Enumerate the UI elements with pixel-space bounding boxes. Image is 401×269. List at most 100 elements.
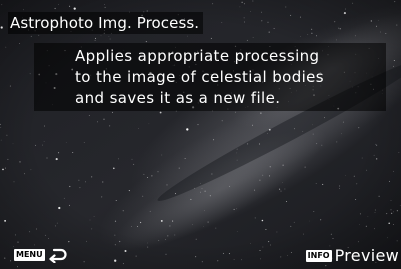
star	[35, 144, 37, 146]
star	[63, 197, 65, 199]
star	[135, 255, 137, 257]
star	[194, 187, 195, 189]
star	[145, 41, 147, 43]
star	[332, 237, 334, 240]
star	[228, 253, 230, 255]
return-arrow-icon	[48, 247, 68, 263]
star	[269, 166, 271, 168]
star	[354, 35, 356, 37]
star	[252, 0, 254, 2]
star	[149, 210, 151, 212]
star	[286, 255, 288, 256]
star	[102, 181, 104, 183]
star	[115, 200, 117, 201]
star	[309, 220, 310, 222]
star	[236, 152, 238, 154]
star	[33, 244, 35, 246]
star	[235, 111, 236, 113]
star	[393, 65, 394, 67]
star	[365, 225, 367, 227]
star	[211, 173, 213, 175]
star	[190, 198, 192, 200]
star	[312, 133, 314, 135]
star	[30, 35, 32, 37]
star	[353, 175, 355, 177]
star	[174, 193, 177, 195]
star	[13, 181, 15, 183]
star	[55, 158, 58, 161]
description-line: to the image of celestial bodies	[75, 68, 325, 86]
star	[339, 187, 340, 189]
star	[209, 195, 211, 197]
star	[370, 20, 372, 22]
star	[4, 257, 6, 259]
star	[210, 37, 212, 39]
star	[109, 125, 111, 127]
star	[101, 196, 103, 198]
star	[69, 185, 71, 188]
star	[302, 130, 304, 132]
star	[78, 179, 80, 181]
camera-screen: Astrophoto Img. Process. Applies appropr…	[0, 0, 401, 269]
star	[247, 143, 249, 145]
star	[390, 209, 392, 211]
star	[394, 1, 396, 3]
star	[100, 35, 102, 37]
star	[228, 185, 231, 187]
star	[113, 167, 115, 170]
star	[119, 240, 121, 243]
star	[103, 118, 105, 120]
star	[385, 32, 387, 35]
star	[65, 142, 67, 143]
star	[307, 33, 309, 35]
star	[17, 241, 19, 243]
star	[186, 128, 189, 131]
star	[343, 12, 346, 15]
star	[148, 123, 150, 125]
back-control[interactable]: MENU	[14, 247, 68, 263]
star	[243, 3, 245, 5]
star	[5, 167, 6, 169]
star	[19, 42, 21, 44]
star	[313, 211, 315, 212]
star	[261, 20, 263, 22]
star	[43, 140, 45, 142]
star	[282, 164, 284, 166]
star	[359, 213, 361, 215]
star	[69, 204, 70, 206]
star	[374, 209, 376, 211]
star	[280, 256, 282, 258]
star	[393, 224, 394, 225]
star	[236, 148, 238, 150]
star	[128, 190, 130, 192]
star	[260, 11, 262, 13]
star	[321, 144, 323, 146]
star	[213, 139, 215, 141]
star	[0, 26, 3, 29]
star	[391, 212, 393, 214]
star	[324, 117, 325, 119]
star	[342, 121, 344, 123]
star	[36, 228, 37, 230]
star	[316, 35, 318, 37]
preview-control[interactable]: INFO Preview	[305, 246, 399, 266]
star	[58, 4, 59, 5]
star	[279, 188, 281, 190]
star	[398, 152, 400, 153]
star	[267, 132, 269, 134]
star	[268, 31, 270, 33]
star	[29, 73, 31, 75]
star	[336, 141, 338, 143]
star	[161, 154, 163, 156]
star	[312, 124, 313, 126]
star	[143, 173, 145, 175]
star	[316, 143, 318, 145]
star	[239, 6, 241, 8]
star	[86, 240, 87, 242]
star	[241, 1, 243, 3]
star	[131, 158, 133, 160]
star	[201, 261, 203, 263]
star	[265, 228, 266, 230]
preview-label: Preview	[334, 246, 399, 265]
star	[334, 21, 336, 23]
